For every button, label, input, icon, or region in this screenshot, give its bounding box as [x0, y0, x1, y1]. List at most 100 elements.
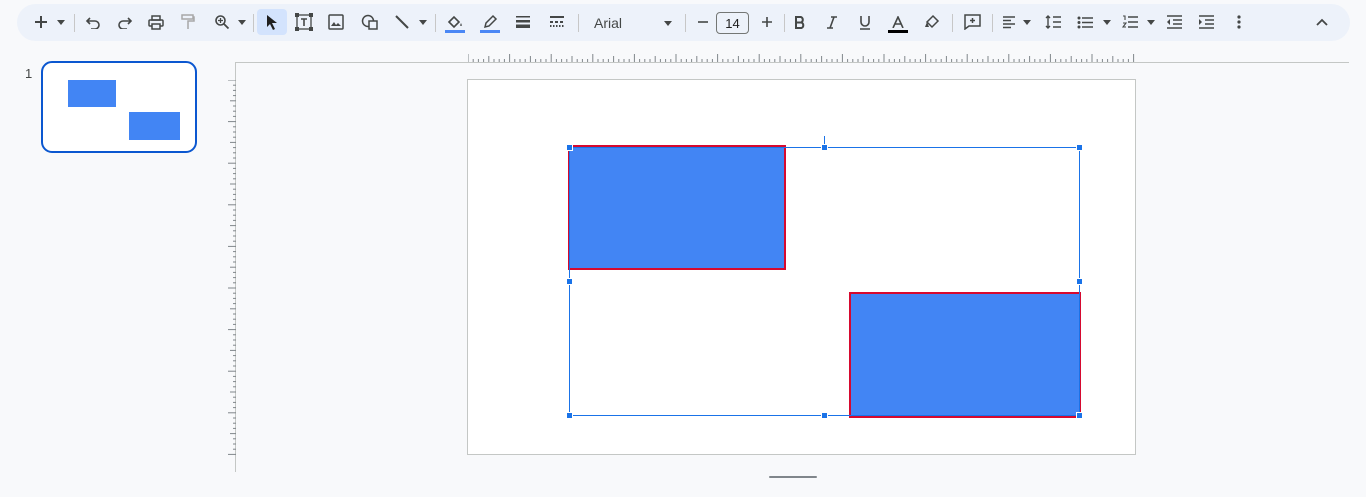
border-color-button[interactable] [477, 9, 503, 35]
new-slide-button[interactable] [31, 9, 51, 35]
select-icon [267, 15, 277, 30]
highlight-button[interactable] [920, 9, 944, 35]
chevron-down-icon [1023, 19, 1031, 25]
collapse-icon [1316, 18, 1328, 26]
resize-handle[interactable] [821, 412, 828, 419]
text-color-swatch [888, 30, 908, 33]
vertical-ruler [228, 80, 236, 455]
underline-icon [860, 15, 870, 30]
resize-handle[interactable] [566, 278, 573, 285]
bulleted-list-button[interactable] [1074, 9, 1096, 35]
decrease-indent-button[interactable] [1163, 9, 1185, 35]
bold-button[interactable] [789, 9, 811, 35]
text-box-button[interactable] [291, 9, 317, 35]
fill-color-icon [447, 15, 462, 29]
resize-handle[interactable] [566, 412, 573, 419]
resize-handle[interactable] [1076, 412, 1083, 419]
speaker-notes-drag-handle[interactable] [769, 476, 817, 478]
minus-icon [698, 21, 708, 23]
border-weight-icon [516, 16, 530, 28]
increase-indent-icon [1199, 15, 1214, 29]
line-spacing-icon [1045, 15, 1061, 29]
line-button[interactable] [390, 9, 414, 35]
zoom-button[interactable] [210, 9, 234, 35]
chevron-down-icon [1147, 19, 1155, 25]
underline-button[interactable] [854, 9, 876, 35]
new-slide-menu-button[interactable] [55, 9, 67, 35]
zoom-menu-button[interactable] [236, 9, 248, 35]
toolbar-divider [784, 14, 785, 32]
line-menu-button[interactable] [417, 9, 429, 35]
shape-icon [361, 14, 378, 30]
new-slide-icon [35, 16, 47, 28]
collapse-toolbar-button[interactable] [1312, 9, 1332, 35]
align-button[interactable] [998, 9, 1020, 35]
toolbar-divider [74, 14, 75, 32]
toolbar-divider [992, 14, 993, 32]
insert-comment-button[interactable] [960, 9, 984, 35]
decrease-indent-icon [1167, 15, 1182, 29]
align-icon [1003, 15, 1015, 28]
image-icon [328, 14, 344, 30]
italic-button[interactable] [821, 9, 843, 35]
selection-box [569, 147, 1080, 416]
text-box-icon [295, 13, 313, 31]
slide-number: 1 [25, 66, 33, 81]
paint-format-button[interactable] [176, 9, 200, 35]
more-options-button[interactable] [1229, 9, 1249, 35]
insert-comment-icon [963, 14, 981, 30]
resize-handle[interactable] [566, 144, 573, 151]
toolbar-divider [952, 14, 953, 32]
decrease-font-size-button[interactable] [693, 9, 713, 35]
bulleted-list-icon [1077, 16, 1093, 28]
horizontal-ruler-line [235, 62, 1349, 63]
line-icon [395, 15, 409, 29]
border-dash-icon [550, 16, 564, 27]
chevron-down-icon [238, 19, 246, 25]
font-size-input[interactable]: 14 [716, 12, 749, 34]
resize-handle[interactable] [821, 144, 828, 151]
fill-color-button[interactable] [442, 9, 468, 35]
chevron-down-icon [664, 21, 672, 26]
paint-format-icon [181, 14, 195, 29]
print-button[interactable] [144, 9, 168, 35]
fill-color-swatch [445, 30, 465, 33]
slide-thumbnail[interactable] [41, 61, 197, 153]
bulleted-list-menu-button[interactable] [1101, 9, 1113, 35]
numbered-list-button[interactable] [1119, 9, 1141, 35]
slide-canvas[interactable] [467, 79, 1136, 455]
text-color-icon [892, 16, 904, 28]
italic-icon [827, 15, 837, 29]
text-color-button[interactable] [885, 9, 911, 35]
chevron-down-icon [57, 19, 65, 25]
undo-icon [85, 17, 100, 29]
toolbar-divider [685, 14, 686, 32]
plus-icon [762, 17, 772, 27]
border-weight-button[interactable] [511, 9, 535, 35]
border-color-icon [483, 14, 498, 29]
redo-button[interactable] [113, 9, 137, 35]
align-menu-button[interactable] [1021, 9, 1033, 35]
increase-indent-button[interactable] [1195, 9, 1217, 35]
zoom-icon [215, 15, 230, 30]
toolbar: Arial 14 [17, 4, 1350, 41]
font-family-select[interactable]: Arial [594, 11, 680, 35]
toolbar-divider [253, 14, 254, 32]
print-icon [148, 14, 164, 30]
chevron-down-icon [1103, 19, 1111, 25]
toolbar-divider [578, 14, 579, 32]
border-dash-button[interactable] [545, 9, 569, 35]
shape-button[interactable] [358, 9, 382, 35]
toolbar-divider [435, 14, 436, 32]
increase-font-size-button[interactable] [757, 9, 777, 35]
horizontal-ruler [468, 54, 1135, 62]
numbered-list-menu-button[interactable] [1145, 9, 1157, 35]
font-family-value: Arial [594, 15, 623, 31]
insert-image-button[interactable] [324, 9, 348, 35]
resize-handle[interactable] [1076, 278, 1083, 285]
select-button[interactable] [257, 9, 287, 35]
undo-button[interactable] [81, 9, 105, 35]
line-spacing-button[interactable] [1041, 9, 1065, 35]
thumbnail-shape [129, 112, 180, 140]
resize-handle[interactable] [1076, 144, 1083, 151]
